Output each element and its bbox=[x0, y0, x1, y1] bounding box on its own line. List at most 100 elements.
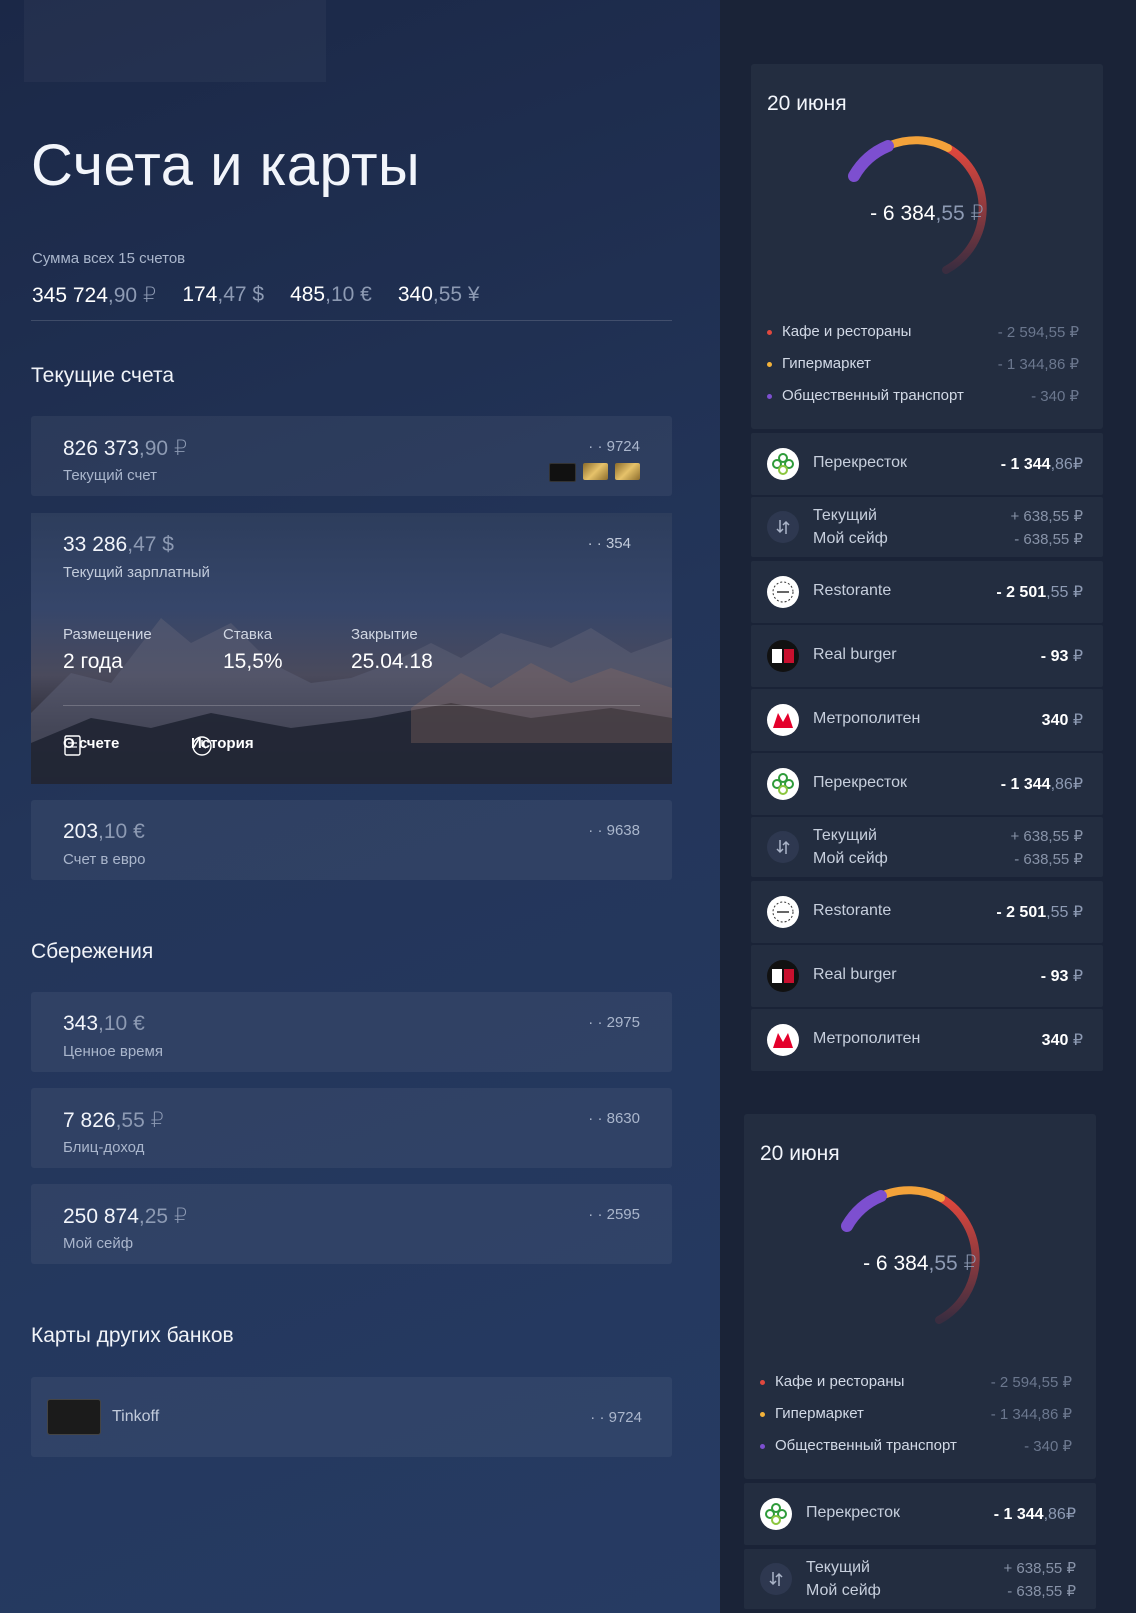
current-accounts-heading: Текущие счета bbox=[31, 364, 175, 387]
total-rub: 345 724,90 ₽ bbox=[32, 284, 157, 307]
close-date-label: Закрытие bbox=[351, 626, 418, 643]
real-burger-icon bbox=[767, 640, 799, 672]
account-name: Мой сейф bbox=[63, 1235, 134, 1252]
transaction-row[interactable]: Метрополитен 340 ₽ bbox=[751, 689, 1103, 751]
account-from: Текущий bbox=[806, 1559, 870, 1576]
bank-name: Tinkoff bbox=[112, 1408, 160, 1425]
merchant-name: Real burger bbox=[813, 646, 897, 663]
account-to: Мой сейф bbox=[806, 1582, 881, 1599]
account-name: Блиц-доход bbox=[63, 1139, 145, 1156]
savings-card[interactable]: 7 826,55 ₽ Блиц-доход · · 8630 bbox=[31, 1088, 672, 1168]
transfer-out-amount: - 638,55 ₽ bbox=[1014, 851, 1083, 868]
account-name: Ценное время bbox=[63, 1043, 163, 1060]
merchant-name: Restorante bbox=[813, 902, 892, 919]
account-number: · · 8630 bbox=[588, 1110, 640, 1127]
transaction-amount: 340 ₽ bbox=[1041, 712, 1083, 729]
transaction-row[interactable]: Перекресток - 1 344,86₽ bbox=[751, 753, 1103, 815]
transfer-icon bbox=[767, 831, 799, 863]
top-placeholder bbox=[24, 0, 326, 82]
transfer-out-amount: - 638,55 ₽ bbox=[1007, 1583, 1076, 1600]
account-from: Текущий bbox=[813, 507, 877, 524]
perekrestok-icon bbox=[760, 1498, 792, 1530]
clock-icon bbox=[192, 736, 212, 756]
accounts-panel: Счета и карты Сумма всех 15 счетов 345 7… bbox=[0, 0, 720, 1613]
other-banks-heading: Карты других банков bbox=[31, 1324, 234, 1347]
transaction-row[interactable]: Restorante - 2 501,55 ₽ bbox=[751, 561, 1103, 623]
transfer-icon bbox=[767, 511, 799, 543]
other-bank-card[interactable]: Tinkoff · · 9724 bbox=[31, 1377, 672, 1457]
transaction-row[interactable]: Метрополитен 340 ₽ bbox=[751, 1009, 1103, 1071]
transaction-row[interactable]: Перекресток - 1 344,86₽ bbox=[744, 1483, 1096, 1545]
legend-item: Гипермаркет bbox=[767, 355, 871, 372]
account-number: · · 2595 bbox=[588, 1206, 640, 1223]
account-to: Мой сейф bbox=[813, 530, 888, 547]
savings-heading: Сбережения bbox=[31, 940, 154, 963]
account-card[interactable]: 826 373,90 ₽ Текущий счет · · 9724 bbox=[31, 416, 672, 496]
card-thumb-icon bbox=[549, 463, 576, 482]
close-date-value: 25.04.18 bbox=[351, 650, 433, 673]
transaction-amount: - 93 ₽ bbox=[1040, 968, 1083, 985]
account-number: · · 2975 bbox=[588, 1014, 640, 1031]
transaction-amount: - 1 344,86₽ bbox=[1000, 776, 1083, 793]
account-number: · · 9724 bbox=[588, 438, 640, 455]
placement-label: Размещение bbox=[63, 626, 152, 643]
account-card[interactable]: 203,10 € Счет в евро · · 9638 bbox=[31, 800, 672, 880]
account-name: Текущий счет bbox=[63, 467, 158, 484]
transaction-amount: - 2 501,55 ₽ bbox=[996, 584, 1083, 601]
transactions-panel: 20 июня - 6 384,55 ₽ Кафе и рестораны Ги… bbox=[720, 0, 1136, 1613]
merchant-name: Метрополитен bbox=[813, 1030, 921, 1047]
legend-item: Гипермаркет bbox=[760, 1405, 864, 1422]
transaction-row[interactable]: Текущий Мой сейф + 638,55 ₽ - 638,55 ₽ bbox=[751, 497, 1103, 557]
savings-card[interactable]: 343,10 € Ценное время · · 2975 bbox=[31, 992, 672, 1072]
expenses-widget: 20 июня - 6 384,55 ₽ Кафе и рестораны Ги… bbox=[744, 1114, 1096, 1479]
account-number: · · 9638 bbox=[588, 822, 640, 839]
total-usd: 174,47 $ bbox=[182, 283, 265, 306]
card-thumb-icon bbox=[615, 463, 640, 480]
savings-card[interactable]: 250 874,25 ₽ Мой сейф · · 2595 bbox=[31, 1184, 672, 1264]
account-card-expanded[interactable]: 33 286,47 $ Текущий зарплатный · · 354 Р… bbox=[31, 513, 672, 784]
transaction-row[interactable]: Real burger - 93 ₽ bbox=[751, 945, 1103, 1007]
transfer-in-amount: + 638,55 ₽ bbox=[1010, 828, 1083, 845]
legend-value: - 2 594,55 ₽ bbox=[997, 324, 1079, 341]
legend-value: - 340 ₽ bbox=[1031, 388, 1079, 405]
tinkoff-card-icon bbox=[47, 1399, 101, 1435]
total-cny: 340,55 ¥ bbox=[397, 283, 480, 306]
merchant-name: Перекресток bbox=[813, 454, 908, 471]
perekrestok-icon bbox=[767, 768, 799, 800]
account-name: Счет в евро bbox=[63, 851, 146, 868]
rate-value: 15,5% bbox=[223, 650, 283, 673]
transfer-icon bbox=[760, 1563, 792, 1595]
merchant-name: Real burger bbox=[813, 966, 897, 983]
merchant-name: Перекресток bbox=[806, 1504, 901, 1521]
divider bbox=[31, 320, 672, 321]
transaction-row[interactable]: Текущий Мой сейф + 638,55 ₽ - 638,55 ₽ bbox=[751, 817, 1103, 877]
legend-value: - 2 594,55 ₽ bbox=[990, 1374, 1072, 1391]
account-number: · · 354 bbox=[587, 535, 631, 552]
account-from: Текущий bbox=[813, 827, 877, 844]
widget-total: - 6 384,55 ₽ bbox=[870, 202, 984, 225]
account-name: Текущий зарплатный bbox=[63, 564, 210, 581]
legend-item: Общественный транспорт bbox=[767, 387, 964, 404]
account-to: Мой сейф bbox=[813, 850, 888, 867]
merchant-name: Restorante bbox=[813, 582, 892, 599]
card-thumb-icon bbox=[583, 463, 608, 480]
transfer-in-amount: + 638,55 ₽ bbox=[1010, 508, 1083, 525]
currency-totals: 345 724,90 ₽ 174,47 $ 485,10 € 340,55 ¥ bbox=[32, 283, 480, 308]
transaction-amount: - 93 ₽ bbox=[1040, 648, 1083, 665]
rate-label: Ставка bbox=[223, 626, 273, 643]
transaction-row[interactable]: Real burger - 93 ₽ bbox=[751, 625, 1103, 687]
history-button[interactable]: История bbox=[191, 735, 254, 756]
linked-cards bbox=[549, 463, 640, 482]
total-sum-label: Сумма всех 15 счетов bbox=[32, 250, 186, 267]
transaction-row[interactable]: Текущий Мой сейф + 638,55 ₽ - 638,55 ₽ bbox=[744, 1549, 1096, 1609]
transaction-amount: - 2 501,55 ₽ bbox=[996, 904, 1083, 921]
placement-value: 2 года bbox=[63, 650, 123, 673]
page-title: Счета и карты bbox=[31, 133, 421, 198]
widget-date: 20 июня bbox=[767, 92, 847, 115]
about-account-button[interactable]: О счете bbox=[63, 735, 119, 756]
widget-total: - 6 384,55 ₽ bbox=[863, 1252, 977, 1275]
transaction-row[interactable]: Перекресток - 1 344,86₽ bbox=[751, 433, 1103, 495]
metro-icon bbox=[767, 704, 799, 736]
transaction-row[interactable]: Restorante - 2 501,55 ₽ bbox=[751, 881, 1103, 943]
perekrestok-icon bbox=[767, 448, 799, 480]
